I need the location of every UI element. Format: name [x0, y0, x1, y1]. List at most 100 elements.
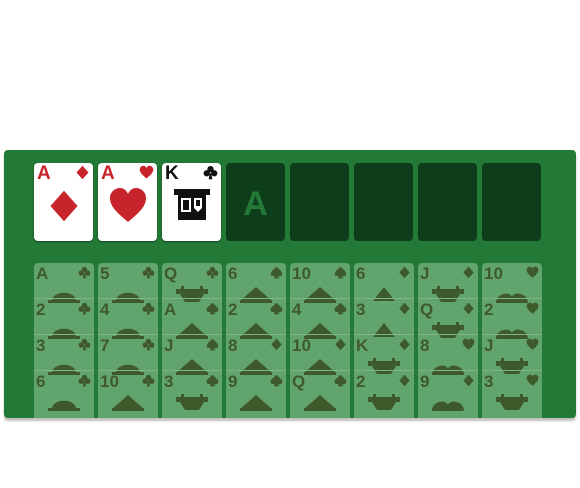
- card-art: [368, 389, 400, 411]
- card-rank: A: [36, 264, 49, 283]
- club-icon: [206, 266, 219, 279]
- card-suit-pip: [142, 302, 155, 315]
- card-suit-pip: [206, 266, 219, 279]
- club-icon: [142, 374, 155, 387]
- heart-icon: [526, 338, 539, 350]
- tableau-card[interactable]: 10: [98, 371, 158, 411]
- tableau-card[interactable]: K: [354, 335, 414, 375]
- card-rank: 4: [292, 300, 302, 319]
- card-edge: [98, 334, 158, 335]
- card-art: [176, 389, 208, 411]
- tableau-card[interactable]: Q: [162, 263, 222, 303]
- tableau-card[interactable]: 6: [34, 371, 94, 411]
- tableau-card[interactable]: 2: [34, 299, 94, 339]
- tableau-card[interactable]: 4: [290, 299, 350, 339]
- card-suit-pip: [398, 302, 411, 315]
- empty-slot[interactable]: [354, 163, 413, 241]
- card-art: [496, 389, 528, 411]
- mountain-art-icon: [112, 395, 144, 411]
- card-suit-pip: [398, 338, 411, 351]
- card-rank: A: [164, 300, 177, 319]
- diamond-icon: [463, 302, 474, 315]
- empty-slot[interactable]: A: [226, 163, 285, 241]
- tableau-card[interactable]: 3: [34, 335, 94, 375]
- spade-icon: [270, 266, 283, 279]
- tableau-card[interactable]: J: [418, 263, 478, 303]
- empty-slot[interactable]: [418, 163, 477, 241]
- diamond-icon: [49, 190, 78, 222]
- tableau-card[interactable]: 10: [290, 335, 350, 375]
- tableau-column-1[interactable]: A 2 3 6: [34, 263, 94, 418]
- foundation-placeholder-label: A: [243, 185, 268, 223]
- spade-icon: [334, 302, 347, 315]
- tableau-column-8[interactable]: 10 2 J 3: [482, 263, 542, 418]
- heart-icon: [139, 165, 154, 179]
- card-rank: 4: [100, 300, 110, 319]
- tableau-card[interactable]: 2: [482, 299, 542, 339]
- tableau-card[interactable]: 8: [226, 335, 286, 375]
- spade-icon: [270, 302, 283, 315]
- card-suit-pip: [334, 338, 347, 351]
- empty-slot[interactable]: [290, 163, 349, 241]
- card-edge: [162, 370, 222, 371]
- tableau-card[interactable]: 2: [226, 299, 286, 339]
- card-art: [432, 389, 464, 411]
- tableau-card[interactable]: 10: [290, 263, 350, 303]
- tableau-card[interactable]: 7: [98, 335, 158, 375]
- card-suit-pip: [270, 338, 283, 351]
- card-rank: 5: [100, 264, 110, 283]
- card-edge: [482, 370, 542, 371]
- tableau-card[interactable]: J: [482, 335, 542, 375]
- card-A-heart[interactable]: A: [98, 163, 157, 241]
- tableau-card[interactable]: 5: [98, 263, 158, 303]
- card-rank: 9: [420, 372, 430, 391]
- tableau-card[interactable]: J: [162, 335, 222, 375]
- card-suit-pip: [462, 266, 475, 279]
- card-edge: [354, 370, 414, 371]
- card-center-art: [47, 186, 81, 226]
- tableau-card[interactable]: Q: [290, 371, 350, 411]
- card-suit-pip: [334, 374, 347, 387]
- tableau-column-2[interactable]: 5 4 7 10: [98, 263, 158, 418]
- tableau-card[interactable]: Q: [418, 299, 478, 339]
- tableau-card[interactable]: 3: [162, 371, 222, 411]
- card-suit-pip: [78, 374, 91, 387]
- tableau-card[interactable]: 6: [354, 263, 414, 303]
- card-suit-pip: [270, 374, 283, 387]
- tableau-card[interactable]: 9: [226, 371, 286, 411]
- tableau-card[interactable]: 2: [354, 371, 414, 411]
- tableau-column-3[interactable]: QAJ 3: [162, 263, 222, 418]
- card-suit-pip: [78, 338, 91, 351]
- card-rank: 2: [36, 300, 46, 319]
- tableau-card[interactable]: 9: [418, 371, 478, 411]
- diamond-icon: [76, 165, 89, 180]
- tableau-card[interactable]: 6: [226, 263, 286, 303]
- card-K-club[interactable]: K: [162, 163, 221, 241]
- tableau-card[interactable]: 10: [482, 263, 542, 303]
- tableau-card[interactable]: 4: [98, 299, 158, 339]
- spade-icon: [206, 374, 219, 387]
- tableau-card[interactable]: 3: [482, 371, 542, 411]
- card-edge: [226, 334, 286, 335]
- card-suit-pip: [334, 302, 347, 315]
- tableau-card[interactable]: A: [34, 263, 94, 303]
- tableau-column-7[interactable]: JQ8 9: [418, 263, 478, 418]
- tableau-column-4[interactable]: 6 2 8 9: [226, 263, 286, 418]
- heart-icon: [526, 302, 539, 314]
- card-rank: A: [101, 163, 115, 184]
- tableau-card[interactable]: 8: [418, 335, 478, 375]
- tableau-column-5[interactable]: 10 4 10 Q: [290, 263, 350, 418]
- diamond-icon: [463, 266, 474, 279]
- tableau-card[interactable]: 3: [354, 299, 414, 339]
- empty-slot[interactable]: [482, 163, 541, 241]
- tableau-column-6[interactable]: 6 3 K 2: [354, 263, 414, 418]
- card-A-diamond[interactable]: A: [34, 163, 93, 241]
- dome-art-icon: [48, 400, 80, 411]
- tableau-card[interactable]: A: [162, 299, 222, 339]
- card-suit-pip: [526, 266, 539, 279]
- heart-icon: [109, 188, 146, 222]
- mountain-art-icon: [240, 395, 272, 411]
- card-rank: J: [484, 336, 494, 355]
- card-edge: [418, 370, 478, 371]
- spade-icon: [270, 374, 283, 387]
